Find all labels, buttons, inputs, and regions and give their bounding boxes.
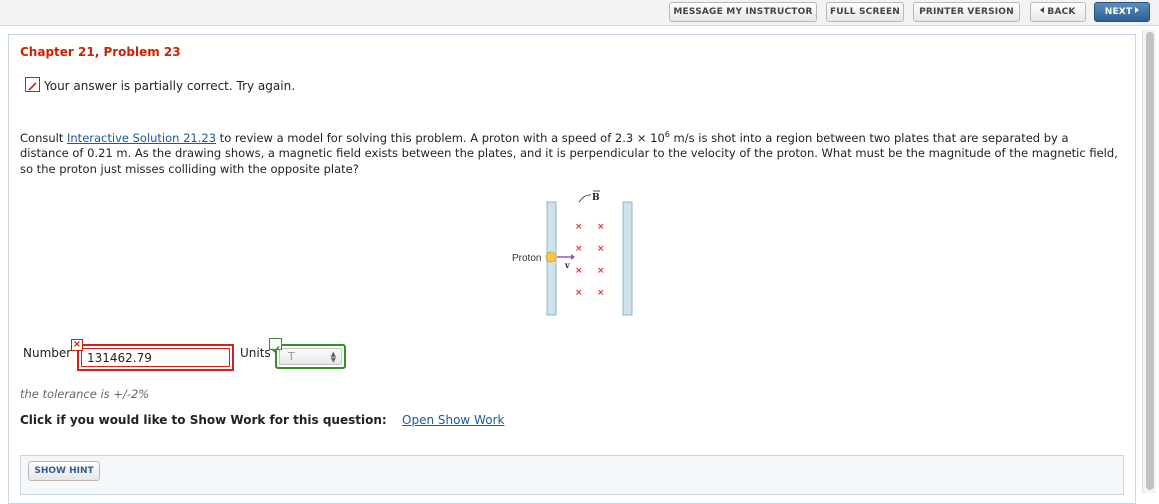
- field-leader-line: [578, 194, 592, 203]
- field-x-marks: × × × × × × × ×: [575, 222, 605, 298]
- field-x-mark: ×: [597, 288, 605, 298]
- tolerance-text: the tolerance is +/-2%: [20, 387, 150, 401]
- message-instructor-label: MESSAGE MY INSTRUCTOR: [673, 7, 813, 17]
- printer-version-label: PRINTER VERSION: [919, 7, 1014, 17]
- scrollbar[interactable]: [1142, 30, 1156, 493]
- next-button[interactable]: NEXT: [1094, 2, 1150, 22]
- next-label: NEXT: [1104, 7, 1133, 17]
- velocity-label: v: [564, 260, 570, 270]
- hint-box: [20, 455, 1124, 495]
- problem-figure: B × × × × × × × × Proton v: [505, 185, 645, 320]
- back-button[interactable]: BACK: [1030, 2, 1086, 22]
- field-x-mark: ×: [575, 244, 583, 254]
- full-screen-label: FULL SCREEN: [829, 7, 901, 17]
- units-label: Units: [240, 346, 271, 360]
- field-x-mark: ×: [575, 266, 583, 276]
- field-x-mark: ×: [597, 266, 605, 276]
- field-x-mark: ×: [575, 288, 583, 298]
- right-plate: [622, 201, 633, 316]
- units-value: T: [288, 350, 295, 363]
- show-work-label: Click if you would like to Show Work for…: [20, 413, 387, 427]
- partial-correct-icon: [25, 77, 40, 92]
- back-label: BACK: [1047, 7, 1076, 17]
- printer-version-button[interactable]: PRINTER VERSION: [913, 2, 1020, 22]
- question-intro: Consult: [20, 130, 67, 145]
- problem-title: Chapter 21, Problem 23: [20, 45, 181, 59]
- message-instructor-button[interactable]: MESSAGE MY INSTRUCTOR: [669, 2, 817, 22]
- number-input[interactable]: 131462.79: [77, 344, 234, 371]
- chevron-left-icon: [1040, 7, 1045, 13]
- correct-check-icon: [269, 338, 282, 353]
- select-updown-icon: ▲ ▼: [330, 350, 336, 364]
- number-input-value[interactable]: 131462.79: [81, 348, 230, 367]
- velocity-arrowhead: [571, 254, 575, 260]
- units-select[interactable]: T ▲ ▼: [275, 344, 346, 369]
- question-text: Consult Interactive Solution 21.23 to re…: [20, 127, 1120, 177]
- show-hint-label: SHOW HINT: [34, 466, 94, 476]
- open-show-work-link[interactable]: Open Show Work: [402, 413, 504, 427]
- field-x-mark: ×: [597, 222, 605, 232]
- incorrect-x-icon: ×: [71, 339, 83, 351]
- figure-svg: B × × × × × × × × Proton v: [512, 190, 633, 316]
- full-screen-button[interactable]: FULL SCREEN: [826, 2, 904, 22]
- field-x-mark: ×: [575, 222, 583, 232]
- interactive-solution-link[interactable]: Interactive Solution 21.23: [67, 131, 216, 145]
- top-toolbar: MESSAGE MY INSTRUCTOR FULL SCREEN PRINTE…: [0, 0, 1159, 26]
- number-label: Number: [23, 346, 72, 360]
- answer-status: Your answer is partially correct. Try ag…: [44, 79, 296, 93]
- units-select-value[interactable]: T ▲ ▼: [279, 348, 342, 365]
- proton-label: Proton: [512, 253, 541, 264]
- field-label: B: [592, 193, 600, 203]
- field-x-mark: ×: [597, 244, 605, 254]
- show-hint-button[interactable]: SHOW HINT: [28, 461, 100, 481]
- proton-icon: [545, 251, 557, 263]
- chevron-right-icon: [1135, 7, 1140, 13]
- question-body: to review a model for solving this probl…: [216, 130, 665, 145]
- scrollbar-thumb[interactable]: [1146, 32, 1154, 490]
